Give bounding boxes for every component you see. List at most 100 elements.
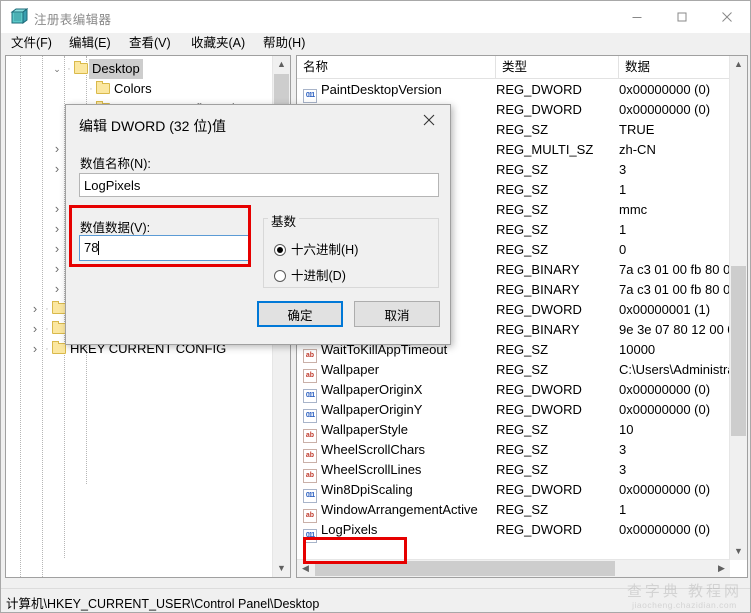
value-name-input[interactable] xyxy=(79,173,439,197)
cell-data: 1 xyxy=(619,502,627,517)
menu-edit[interactable]: 编辑(E) xyxy=(64,35,116,52)
cell-data: 1 xyxy=(619,222,627,237)
cell-type: REG_SZ xyxy=(496,242,549,257)
cell-name-text: WallpaperOriginX xyxy=(321,382,423,397)
menu-help[interactable]: 帮助(H) xyxy=(258,35,310,52)
tree-guide-line xyxy=(20,56,22,577)
chevron-right-icon[interactable]: › xyxy=(50,159,64,179)
list-hscroll-thumb[interactable] xyxy=(315,561,615,576)
scroll-up-icon[interactable]: ▲ xyxy=(273,56,290,73)
status-path: 计算机\HKEY_CURRENT_USER\Control Panel\Desk… xyxy=(6,597,320,611)
cell-data: 0x00000001 (1) xyxy=(619,302,711,317)
chevron-right-icon[interactable]: › xyxy=(28,299,42,319)
cell-name-text: WallpaperStyle xyxy=(321,422,408,437)
cell-type: REG_MULTI_SZ xyxy=(496,142,594,157)
cell-data: 0x00000000 (0) xyxy=(619,402,711,417)
cell-name-text: Wallpaper xyxy=(321,362,380,377)
cell-type: REG_SZ xyxy=(496,442,549,457)
base-group-label: 基数 xyxy=(268,211,300,230)
value-data-input[interactable]: 78 xyxy=(79,235,249,261)
menu-view[interactable]: 查看(V) xyxy=(124,35,176,52)
list-scroll-thumb[interactable] xyxy=(731,266,746,436)
cell-name-text: PaintDesktopVersion xyxy=(321,82,442,97)
ok-button[interactable]: 确定 xyxy=(257,301,343,327)
scroll-down-icon[interactable]: ▼ xyxy=(273,560,290,577)
table-row[interactable]: ab WheelScrollChars REG_SZ 3 xyxy=(297,440,747,463)
cell-name-text: WheelScrollChars xyxy=(321,442,426,457)
value-name-label: 数值名称(N): xyxy=(80,157,151,171)
cell-data: 7a c3 01 00 fb 80 0 xyxy=(619,262,731,277)
title-bar: 注册表编辑器 xyxy=(1,1,750,33)
cell-data: 3 xyxy=(619,162,627,177)
chevron-right-icon[interactable]: › xyxy=(50,259,64,279)
maximize-button[interactable] xyxy=(659,1,704,32)
cell-type: REG_SZ xyxy=(496,462,549,477)
cell-data: C:\Users\Administra xyxy=(619,362,735,377)
menu-file[interactable]: 文件(F) xyxy=(6,35,57,52)
table-row[interactable]: 011 Win8DpiScaling REG_DWORD 0x00000000 (0) xyxy=(297,480,747,503)
scroll-up-icon[interactable]: ▲ xyxy=(730,56,747,73)
list-vertical-scrollbar[interactable]: ▲ ▼ xyxy=(729,56,747,560)
cell-type: REG_SZ xyxy=(496,162,549,177)
cell-type: REG_BINARY xyxy=(496,322,580,337)
radio-decimal[interactable]: 十进制(D) xyxy=(274,265,346,284)
cell-type: REG_DWORD xyxy=(496,482,582,497)
cell-type: REG_DWORD xyxy=(496,382,582,397)
menu-bar: 文件(F) 编辑(E) 查看(V) 收藏夹(A) 帮助(H) xyxy=(1,33,750,53)
minimize-button[interactable] xyxy=(614,1,659,32)
table-row[interactable]: ab WheelScrollLines REG_SZ 3 xyxy=(297,460,747,483)
tree-connector: · xyxy=(45,322,49,335)
dword-value-icon: 011 xyxy=(303,529,317,543)
cell-type: REG_DWORD xyxy=(496,522,582,537)
scroll-right-icon[interactable]: ▶ xyxy=(713,560,730,577)
chevron-right-icon[interactable]: › xyxy=(50,219,64,239)
chevron-right-icon[interactable]: › xyxy=(28,319,42,339)
scroll-down-icon[interactable]: ▼ xyxy=(730,543,747,560)
chevron-down-icon[interactable]: ⌄ xyxy=(50,59,64,79)
chevron-right-icon[interactable]: › xyxy=(50,239,64,259)
table-row[interactable]: 011 LogPixels REG_DWORD 0x00000000 (0) xyxy=(297,520,747,543)
registry-editor-icon xyxy=(10,8,29,26)
cell-data: 0x00000000 (0) xyxy=(619,382,711,397)
table-row[interactable]: ab WindowArrangementActive REG_SZ 1 xyxy=(297,500,747,523)
chevron-right-icon[interactable]: › xyxy=(28,339,42,359)
chevron-right-icon[interactable]: › xyxy=(50,279,64,299)
chevron-right-icon[interactable]: › xyxy=(50,199,64,219)
column-header-type[interactable]: 类型 xyxy=(496,56,619,78)
column-header-name[interactable]: 名称 xyxy=(297,56,496,78)
cell-data: 9e 3e 07 80 12 00 0 xyxy=(619,322,735,337)
tree-connector: · xyxy=(89,82,93,95)
cancel-button[interactable]: 取消 xyxy=(354,301,440,327)
chevron-right-icon[interactable]: › xyxy=(50,139,64,159)
tree-connector: · xyxy=(45,302,49,315)
table-row[interactable]: ab Wallpaper REG_SZ C:\Users\Administra xyxy=(297,360,747,383)
tree-item-label: Colors xyxy=(114,80,152,96)
cell-type: REG_SZ xyxy=(496,202,549,217)
cell-data: zh-CN xyxy=(619,142,656,157)
column-header-data[interactable]: 数据 xyxy=(619,56,732,78)
table-row[interactable]: 011 WallpaperOriginX REG_DWORD 0x00000000 (… xyxy=(297,380,747,403)
cell-data: 3 xyxy=(619,442,627,457)
cell-name: 011 LogPixels xyxy=(303,520,377,543)
cell-type: REG_SZ xyxy=(496,422,549,437)
list-horizontal-scrollbar[interactable]: ◀ ▶ xyxy=(297,559,730,577)
dialog-close-button[interactable] xyxy=(408,105,450,134)
table-row[interactable]: 011 PaintDesktopVersion REG_DWORD 0x0000000… xyxy=(297,80,747,103)
menu-favorites[interactable]: 收藏夹(A) xyxy=(186,35,250,52)
cell-data: 0x00000000 (0) xyxy=(619,482,711,497)
close-button[interactable] xyxy=(704,1,749,32)
cell-name-text: WallpaperOriginY xyxy=(321,402,423,417)
cell-type: REG_BINARY xyxy=(496,282,580,297)
list-header: 名称 类型 数据 xyxy=(297,56,747,79)
scroll-left-icon[interactable]: ◀ xyxy=(297,560,314,577)
table-row[interactable]: ab WallpaperStyle REG_SZ 10 xyxy=(297,420,747,443)
radio-hexadecimal[interactable]: 十六进制(H) xyxy=(274,239,358,258)
cell-name-text: Win8DpiScaling xyxy=(321,482,413,497)
cell-type: REG_DWORD xyxy=(496,82,582,97)
cell-data: 1 xyxy=(619,182,627,197)
table-row[interactable]: 011 WallpaperOriginY REG_DWORD 0x00000000 (… xyxy=(297,400,747,423)
cell-type: REG_SZ xyxy=(496,362,549,377)
cell-data: 0x00000000 (0) xyxy=(619,522,711,537)
cell-type: REG_DWORD xyxy=(496,302,582,317)
